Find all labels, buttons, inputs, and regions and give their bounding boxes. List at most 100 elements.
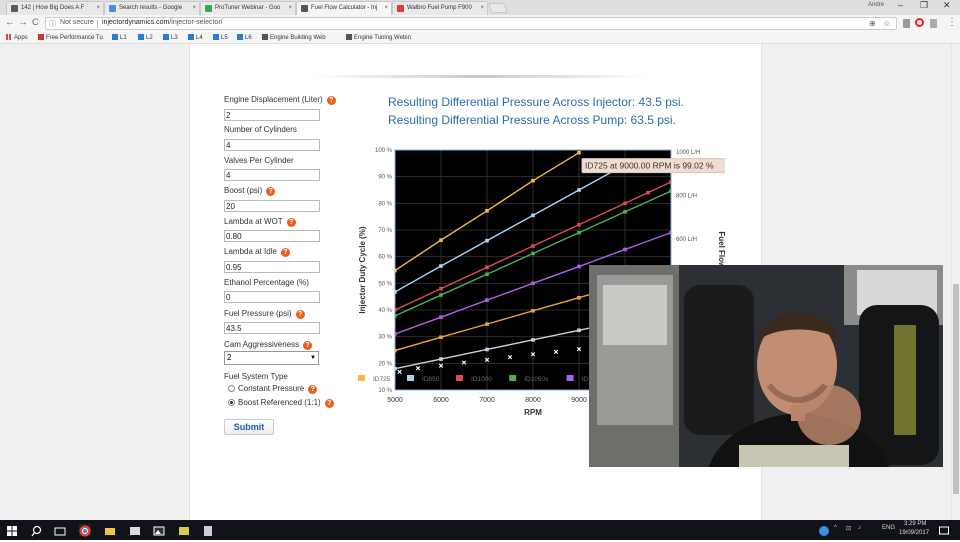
opera-extension-icon[interactable] — [915, 18, 924, 27]
bookmark-apps[interactable]: Apps — [6, 34, 28, 41]
radio-icon[interactable] — [228, 385, 235, 392]
engine-displacement-input[interactable] — [224, 109, 320, 121]
tab-google-search[interactable]: Search results - Google × — [104, 1, 200, 15]
bookmark-l3[interactable]: L3 — [163, 34, 178, 41]
cam-aggressiveness-select[interactable]: 2 ▼ — [224, 351, 319, 365]
close-window-icon[interactable]: ✕ — [943, 0, 951, 11]
scrollbar-thumb[interactable] — [953, 284, 959, 494]
legend-item: ID1050x — [524, 376, 549, 383]
help-icon[interactable]: ? — [266, 187, 276, 196]
clock-time[interactable]: 3:29 PM — [904, 521, 926, 527]
help-tray-icon[interactable] — [818, 524, 830, 536]
network-icon[interactable]: ⊡ — [846, 525, 851, 532]
menu-icon[interactable]: ⋮ — [947, 17, 957, 28]
download-arrow-icon — [112, 34, 118, 40]
app-icon[interactable] — [202, 524, 214, 536]
tab-fuel-flow-calculator[interactable]: Fuel Flow Calculator - Inj × — [296, 1, 392, 15]
extension-icon[interactable] — [930, 19, 937, 28]
tab-close-icon[interactable]: × — [192, 2, 196, 15]
bookmark-l6[interactable]: L6 — [237, 34, 252, 41]
boost-referenced-option[interactable]: Boost Referenced (1:1)? — [228, 398, 334, 408]
windows-start-icon[interactable] — [6, 524, 18, 536]
bookmark-star-icon[interactable]: ☆ — [883, 19, 890, 28]
ethanol-percentage-input[interactable] — [224, 291, 320, 303]
tab-walbro-fuel-pump[interactable]: Walbro Fuel Pump F900 × — [392, 1, 488, 15]
bookmark-l1[interactable]: L1 — [112, 34, 127, 41]
series-id1000-point — [669, 180, 671, 184]
bookmark-l5[interactable]: L5 — [213, 34, 228, 41]
series-id2000-point — [439, 357, 443, 361]
reload-icon[interactable]: C — [32, 17, 39, 27]
chrome-app-icon[interactable] — [79, 524, 91, 537]
submit-button[interactable]: Submit — [224, 419, 274, 435]
fuel-system-type-label: Fuel System Type — [224, 372, 288, 381]
bookmark-label: L2 — [146, 35, 153, 41]
constant-pressure-option[interactable]: Constant Pressure? — [228, 384, 318, 394]
bookmark-engine-tuning[interactable]: Engine Tuning Webin — [346, 34, 411, 41]
new-tab-button[interactable] — [488, 3, 508, 13]
help-icon[interactable]: ? — [326, 96, 336, 105]
help-icon[interactable]: ? — [280, 248, 290, 257]
volume-icon[interactable]: ♪ — [858, 525, 861, 531]
lambda-idle-input[interactable] — [224, 261, 320, 273]
help-icon[interactable]: ? — [286, 218, 296, 227]
input-language[interactable]: ENG — [882, 525, 895, 531]
info-icon[interactable]: ⓘ — [49, 19, 56, 29]
page-scrollbar[interactable] — [951, 44, 960, 520]
number-of-cylinders-label: Number of Cylinders — [224, 125, 297, 134]
tab-how-big[interactable]: 142 | How Big Does A F × — [6, 1, 104, 15]
x-tick-label: 7000 — [479, 397, 495, 404]
tab-close-icon[interactable]: × — [384, 2, 388, 15]
y2-tick-label: 1000 L/H — [676, 150, 700, 156]
y2-tick-label: 600 L/H — [676, 237, 697, 243]
bookmark-engine-building[interactable]: Engine Building Web — [262, 34, 326, 41]
maximize-icon[interactable]: ❐ — [920, 0, 928, 11]
number-of-cylinders-input[interactable] — [224, 139, 320, 151]
radio-icon[interactable] — [228, 399, 235, 406]
injector-pressure-result: Resulting Differential Pressure Across I… — [388, 95, 684, 109]
valves-per-cylinder-input[interactable] — [224, 169, 320, 181]
file-explorer-icon[interactable] — [104, 524, 116, 536]
extension-icon[interactable] — [903, 19, 910, 28]
y-tick-label: 20 % — [378, 361, 392, 367]
tab-close-icon[interactable]: × — [96, 2, 100, 15]
legend-swatch — [358, 375, 365, 381]
bookmark-favicon-icon — [346, 34, 352, 40]
help-icon[interactable]: ? — [295, 310, 305, 319]
lambda-wot-input[interactable] — [224, 230, 320, 242]
profile-name[interactable]: Andre — [868, 2, 884, 8]
help-icon[interactable]: ? — [303, 341, 313, 350]
x-tick-label: 9000 — [571, 397, 587, 404]
photos-app-icon[interactable] — [153, 524, 165, 536]
boost-input[interactable] — [224, 200, 320, 212]
help-icon[interactable]: ? — [324, 399, 334, 408]
search-icon[interactable] — [31, 524, 43, 537]
tab-close-icon[interactable]: × — [288, 2, 292, 15]
tray-expand-icon[interactable]: ^ — [834, 525, 837, 531]
forward-icon[interactable]: → — [18, 17, 28, 28]
bookmark-free-performance[interactable]: Free Performance Tu — [38, 34, 103, 41]
fuel-pressure-input[interactable] — [224, 322, 320, 334]
bookmark-l2[interactable]: L2 — [138, 34, 153, 41]
series-id1700x-point — [485, 322, 489, 326]
bookmark-label: L3 — [171, 35, 178, 41]
help-icon[interactable]: ? — [308, 385, 318, 394]
clock-date[interactable]: 19/09/2017 — [899, 530, 929, 536]
series-id1700x-point — [531, 309, 535, 313]
address-bar[interactable]: ⓘ Not secure injectordynamics.com/inject… — [45, 17, 897, 30]
app-icon[interactable] — [178, 524, 190, 536]
zoom-icon[interactable]: ⊕ — [869, 19, 876, 28]
bookmarks-bar: Apps Free Performance Tu L1 L2 L3 L4 L5 … — [0, 32, 960, 44]
bookmark-l4[interactable]: L4 — [188, 34, 203, 41]
notifications-icon[interactable] — [938, 524, 950, 536]
tab-close-icon[interactable]: × — [480, 2, 484, 15]
bookmark-label: Engine Building Web — [270, 35, 326, 41]
series-id850-point — [395, 290, 397, 294]
tab-title: 142 | How Big Does A F — [21, 5, 85, 11]
app-icon[interactable] — [129, 524, 141, 536]
tab-protuner-webinar[interactable]: ProTuner Webinar - Goo × — [200, 1, 296, 15]
bookmark-label: L6 — [245, 35, 252, 41]
task-view-icon[interactable] — [54, 524, 66, 536]
back-icon[interactable]: ← — [5, 17, 15, 28]
minimize-icon[interactable]: – — [898, 0, 903, 10]
